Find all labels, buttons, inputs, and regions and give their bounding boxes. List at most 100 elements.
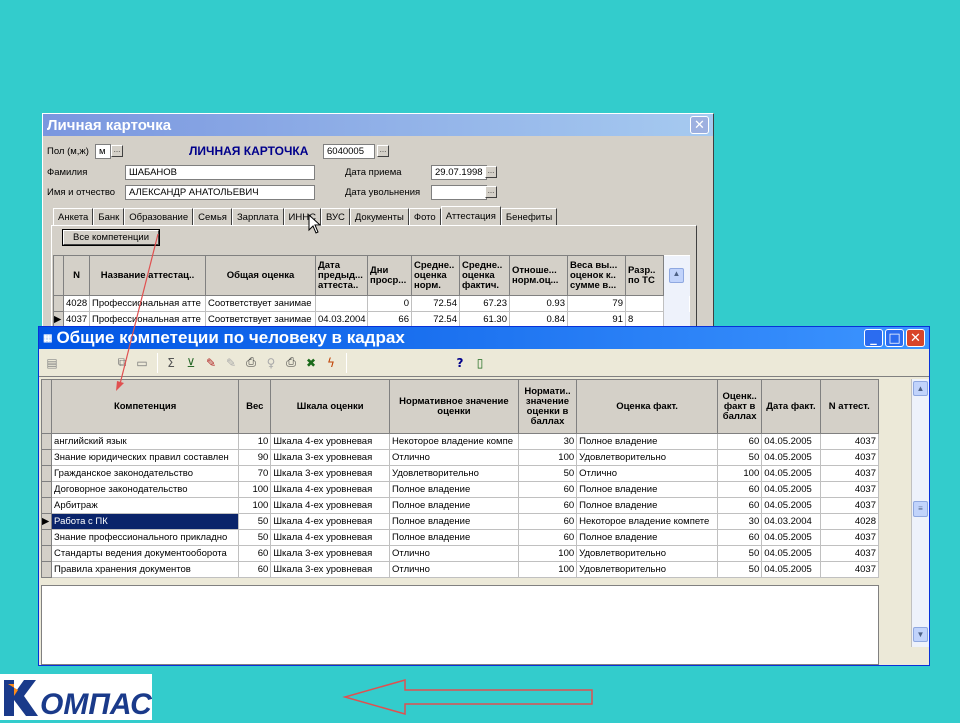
name-field[interactable]: АЛЕКСАНДР АНАТОЛЬЕВИЧ	[125, 185, 315, 200]
personal-card-titlebar[interactable]: Личная карточка ✕	[43, 114, 713, 136]
cell[interactable]: 04.05.2005	[761, 497, 821, 514]
cell[interactable]: Шкала 4-ех уровневая	[270, 513, 391, 530]
table-row[interactable]: Гражданское законодательство 70 Шкала 3-ех…	[40, 465, 880, 482]
cell[interactable]: 100	[238, 497, 272, 514]
cell[interactable]: 90	[238, 449, 272, 466]
sum-icon[interactable]: Σ	[162, 354, 180, 372]
ellipsis-icon[interactable]: …	[377, 145, 389, 157]
cell[interactable]: 72.54	[411, 295, 460, 312]
tab-salary[interactable]: Зарплата	[231, 208, 284, 225]
cell[interactable]: 4037	[819, 481, 880, 498]
col-header-norm-value[interactable]: Нормативное значение оценки	[389, 379, 519, 434]
cell[interactable]: 30	[716, 513, 763, 530]
cell[interactable]: Шкала 3-ех уровневая	[270, 561, 391, 578]
card-number-field[interactable]: 6040005	[323, 144, 375, 159]
minimize-icon[interactable]: _	[864, 329, 883, 347]
cell[interactable]: 04.03.2004	[761, 513, 821, 530]
cell[interactable]: 04.05.2005	[761, 465, 821, 482]
scrollbar-track[interactable]	[663, 295, 690, 312]
cell[interactable]: 100	[517, 561, 578, 578]
close-icon[interactable]: ✕	[690, 116, 709, 134]
paste-icon[interactable]: ▭	[133, 354, 151, 372]
competencies-titlebar[interactable]: ▦ Общие компетеции по человеку в кадрах …	[39, 327, 929, 349]
scroll-down-icon[interactable]: ▼	[913, 627, 928, 642]
cell[interactable]: Шкала 4-ех уровневая	[270, 497, 391, 514]
cell[interactable]: Некоторое владение компете	[576, 513, 718, 530]
preview-icon[interactable]: ⎙	[242, 354, 260, 372]
cell[interactable]: 50	[716, 561, 763, 578]
cell[interactable]: Шкала 3-ех уровневая	[270, 465, 391, 482]
cell[interactable]: 4037	[819, 545, 880, 562]
col-header-competency[interactable]: Компетенция	[51, 379, 240, 434]
all-competencies-button[interactable]: Все компетенции	[62, 229, 160, 246]
cell[interactable]: Шкала 4-ех уровневая	[270, 433, 391, 450]
cell[interactable]: Шкала 4-ех уровневая	[270, 481, 391, 498]
col-header-scale[interactable]: Шкала оценки	[270, 379, 391, 434]
cell[interactable]: английский язык	[51, 433, 240, 450]
table-row[interactable]: Договорное законодательство 100 Шкала 4-ех…	[40, 481, 880, 498]
ellipsis-icon[interactable]: …	[485, 186, 497, 198]
col-header[interactable]: Дни проср...	[367, 255, 412, 296]
cell[interactable]: 60	[517, 529, 578, 546]
hire-date-field[interactable]: 29.07.1998	[431, 165, 487, 180]
cell[interactable]: Полное владение	[389, 481, 519, 498]
cell[interactable]: 04.05.2005	[761, 481, 821, 498]
excel-icon[interactable]: ✖	[302, 354, 320, 372]
copy-icon[interactable]: ⧉	[113, 354, 131, 372]
ellipsis-icon[interactable]: …	[485, 166, 497, 178]
exit-icon[interactable]: ▯	[471, 354, 489, 372]
cell[interactable]: 60	[716, 497, 763, 514]
cell[interactable]: 4037	[819, 449, 880, 466]
pen-disabled-icon[interactable]: ✎	[222, 354, 240, 372]
lightning-icon[interactable]: ϟ	[322, 354, 340, 372]
cell[interactable]: 60	[517, 513, 578, 530]
col-header[interactable]: Название аттестац..	[89, 255, 206, 296]
col-header[interactable]: Дата предыд... аттеста..	[315, 255, 368, 296]
cell[interactable]: 04.05.2005	[761, 561, 821, 578]
cell[interactable]: 67.23	[459, 295, 510, 312]
table-row[interactable]: ▶ Работа с ПК 50 Шкала 4-ех уровневая Полное…	[40, 513, 880, 530]
col-header-fact-date[interactable]: Дата факт.	[761, 379, 821, 434]
cell[interactable]: Удовлетворительно	[576, 449, 718, 466]
tab-photo[interactable]: Фото	[408, 208, 441, 225]
cell[interactable]: 50	[238, 529, 272, 546]
cell[interactable]: Профессиональная атте	[89, 295, 206, 312]
cell[interactable]: 100	[517, 449, 578, 466]
cell[interactable]: 4037	[819, 529, 880, 546]
cell[interactable]: Отлично	[576, 465, 718, 482]
cell[interactable]: Отлично	[389, 449, 519, 466]
cell[interactable]: Удовлетворительно	[389, 465, 519, 482]
cell[interactable]: 60	[716, 529, 763, 546]
cell[interactable]: 60	[517, 481, 578, 498]
col-header-norm-points[interactable]: Нормати.. значение оценки в баллах	[517, 379, 578, 434]
vertical-scrollbar[interactable]: ▲ ≡ ▼	[911, 379, 929, 647]
cell[interactable]: 70	[238, 465, 272, 482]
cell[interactable]: Шкала 4-ех уровневая	[270, 529, 391, 546]
col-header[interactable]: Средне.. оценка фактич.	[459, 255, 510, 296]
filter-icon[interactable]: ⊻	[182, 354, 200, 372]
cell[interactable]: Полное владение	[389, 513, 519, 530]
table-row[interactable]: английский язык 10 Шкала 4-ех уровневая Нек…	[40, 433, 880, 450]
surname-field[interactable]: ШАБАНОВ	[125, 165, 315, 180]
fire-date-field[interactable]	[431, 185, 487, 200]
cell[interactable]: Полное владение	[576, 433, 718, 450]
cell[interactable]: 4037	[819, 465, 880, 482]
cell[interactable]: Гражданское законодательство	[51, 465, 240, 482]
cell[interactable]: Полное владение	[389, 497, 519, 514]
cell[interactable]: 50	[716, 545, 763, 562]
grid-icon[interactable]: ▤	[43, 354, 61, 372]
cell[interactable]: 0.93	[509, 295, 568, 312]
cell[interactable]: Удовлетворительно	[576, 545, 718, 562]
cell[interactable]	[315, 295, 368, 312]
print-icon[interactable]: ⎙	[282, 354, 300, 372]
cell[interactable]: 60	[238, 561, 272, 578]
cell[interactable]: Полное владение	[576, 481, 718, 498]
cell[interactable]: Полное владение	[576, 497, 718, 514]
tab-vus[interactable]: ВУС	[320, 208, 350, 225]
cell[interactable]: Отлично	[389, 545, 519, 562]
cell[interactable]: 100	[517, 545, 578, 562]
cell[interactable]: 60	[517, 497, 578, 514]
cell[interactable]: 4037	[819, 497, 880, 514]
cell[interactable]: Правила хранения документов	[51, 561, 240, 578]
cell[interactable]: 10	[238, 433, 272, 450]
